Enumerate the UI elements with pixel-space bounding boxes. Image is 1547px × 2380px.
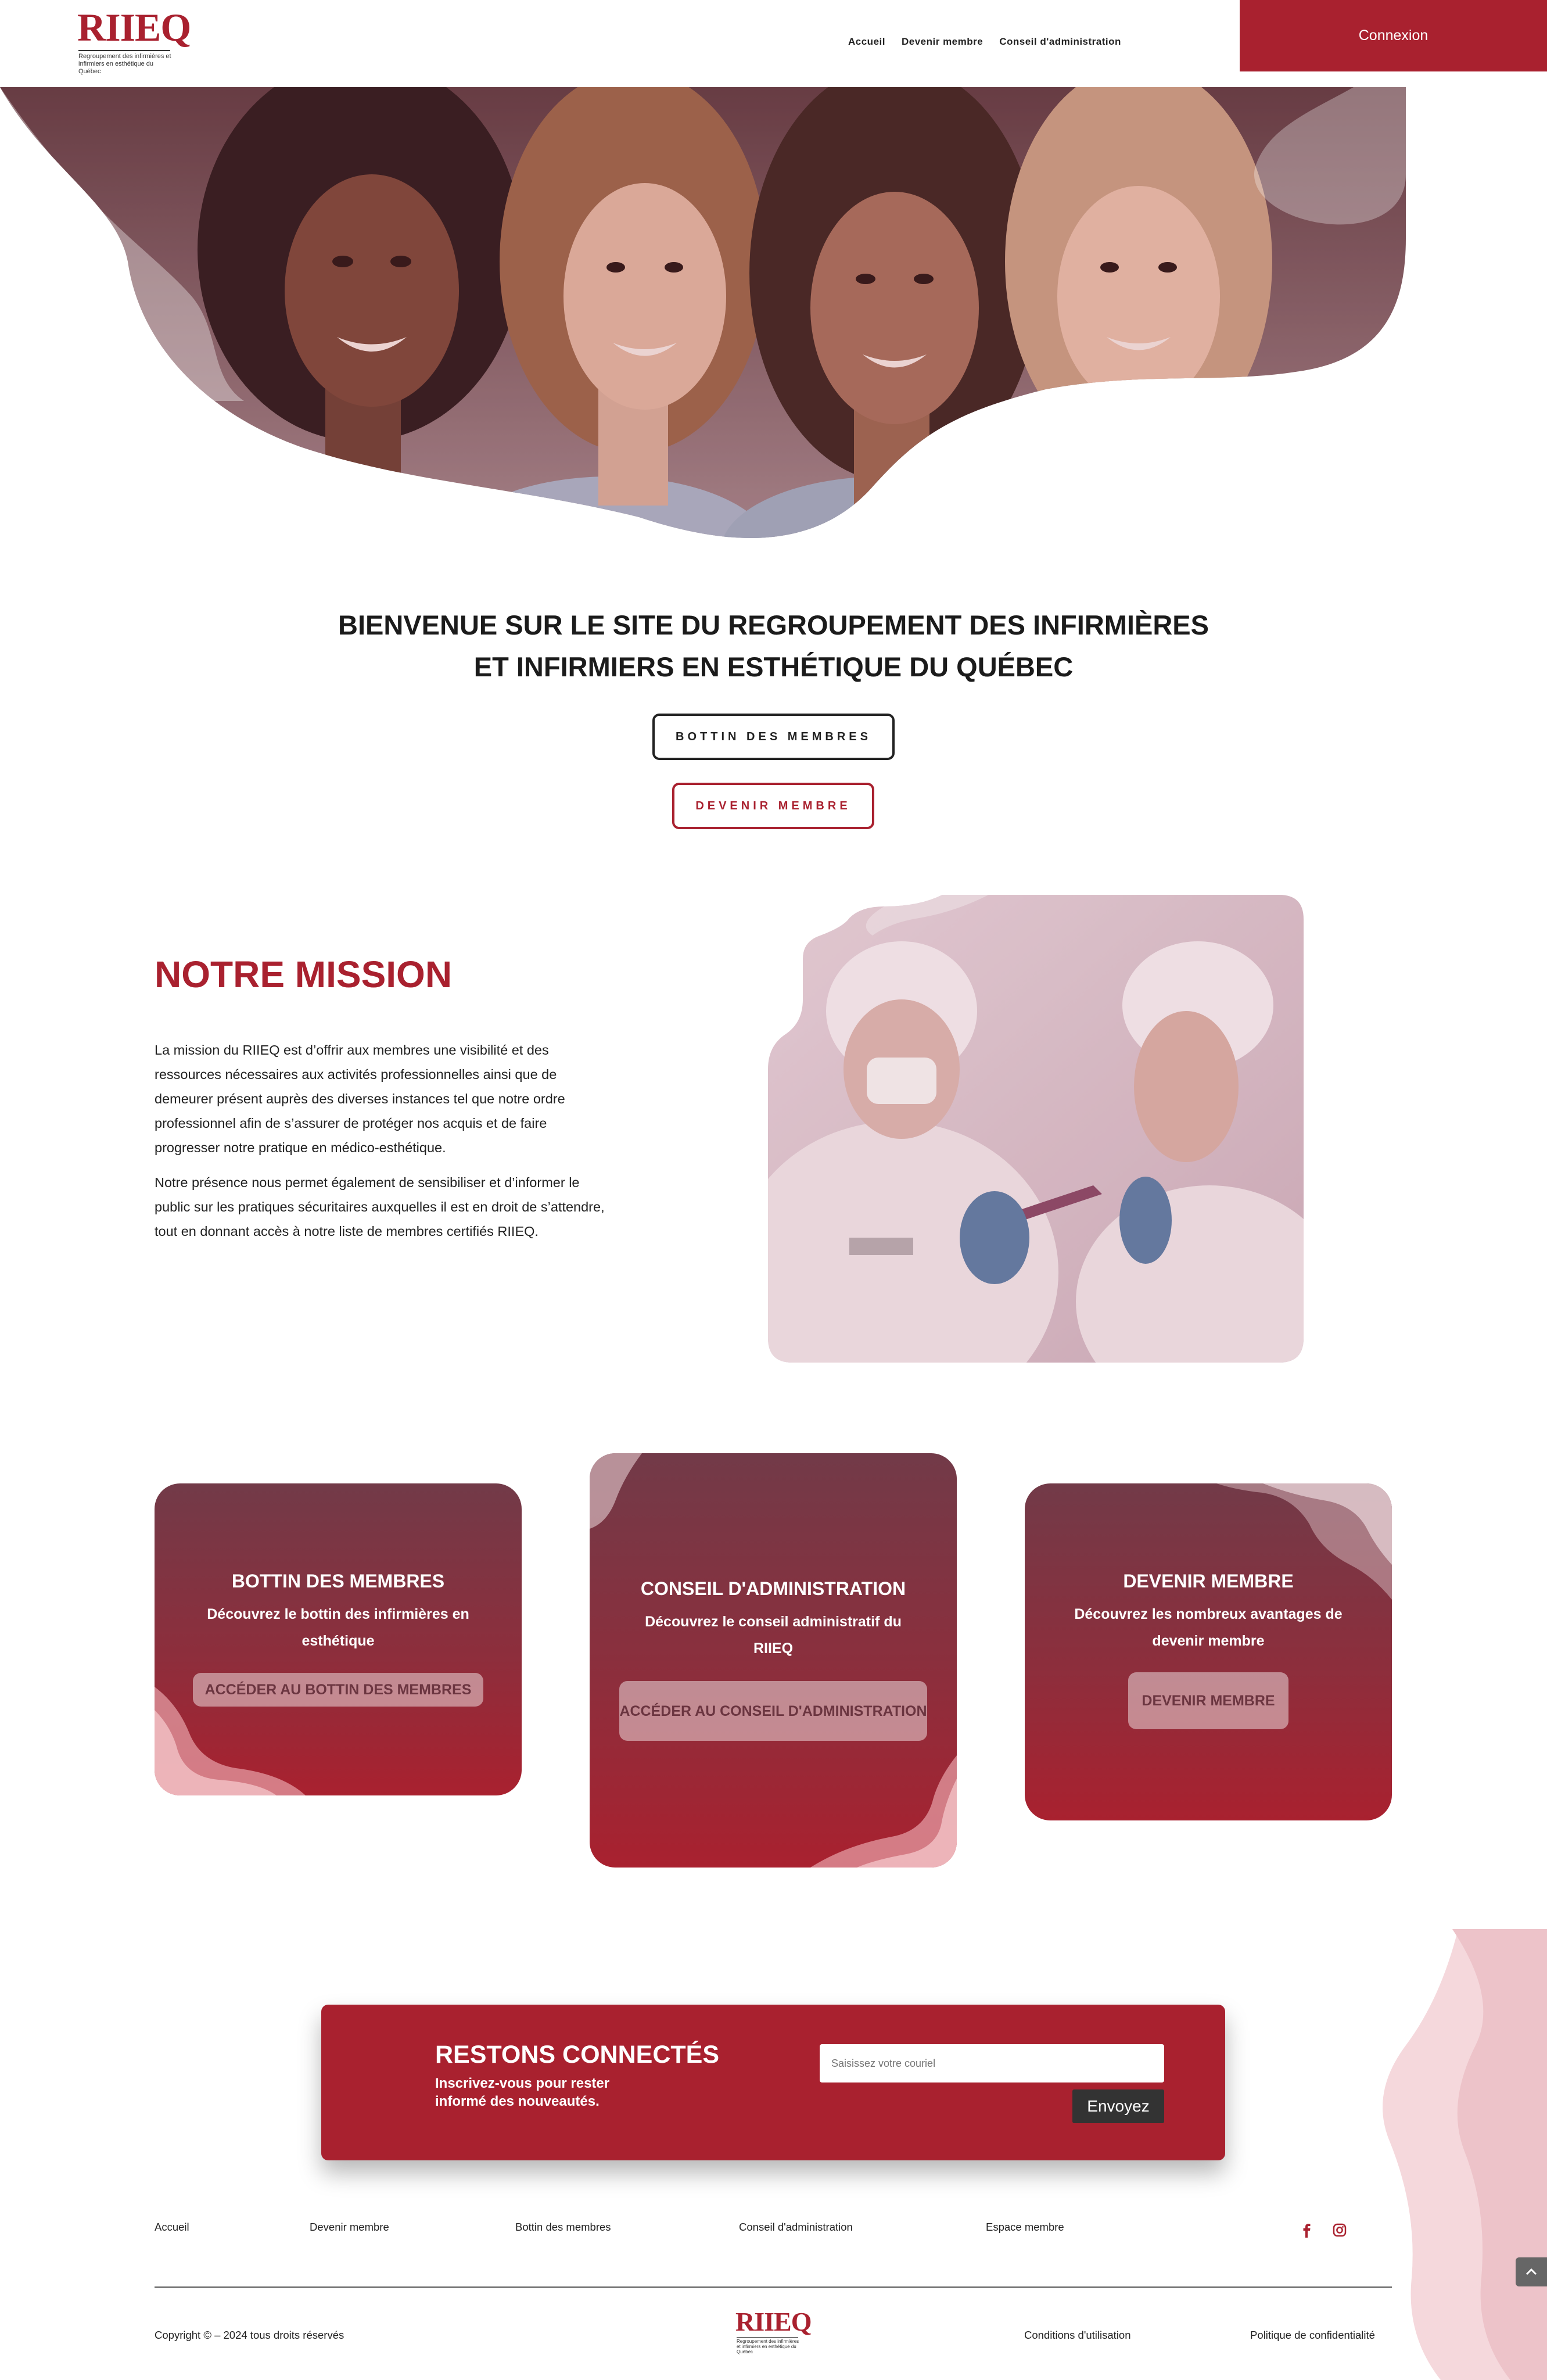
privacy-link[interactable]: Politique de confidentialité [1250,2329,1375,2342]
welcome-heading-line2: ET INFIRMIERS EN ESTHÉTIQUE DU QUÉBEC [473,651,1074,682]
background-decoration [1383,1929,1547,2380]
logo-divider [78,50,170,51]
access-bottin-button[interactable]: ACCÉDER AU BOTTIN DES MEMBRES [193,1673,483,1707]
footer-link-espace-membre[interactable]: Espace membre [986,2221,1064,2234]
site-header: RIIEQ Regroupement des infirmières et in… [0,0,1547,87]
mission-paragraph-2: Notre présence nous permet également de … [155,1175,605,1239]
email-input[interactable] [820,2044,1164,2082]
riieq-logo[interactable]: RIIEQ Regroupement des infirmières et in… [77,5,191,83]
footer-link-devenir-membre[interactable]: Devenir membre [310,2221,389,2234]
card-title: CONSEIL D'ADMINISTRATION [640,1578,906,1599]
send-button[interactable]: Envoyez [1072,2089,1164,2123]
logo-subtitle: Regroupement des infirmières et infirmie… [737,2339,799,2354]
card-description: Découvrez le conseil administratif du RI… [645,1614,902,1657]
logo-text: RIIEQ [77,5,191,49]
mission-paragraph-1: La mission du RIIEQ est d’offrir aux mem… [155,1042,565,1155]
footer-divider [155,2286,1392,2288]
newsletter-title: RESTONS CONNECTÉS [435,2041,719,2069]
mission-title: NOTRE MISSION [155,954,453,995]
access-conseil-button[interactable]: ACCÉDER AU CONSEIL D'ADMINISTRATION [619,1681,927,1741]
logo-divider [737,2337,798,2338]
instagram-icon[interactable] [1331,2221,1348,2239]
nav-devenir-membre[interactable]: Devenir membre [902,36,983,48]
newsletter-section: RESTONS CONNECTÉS Inscrivez-vous pour re… [321,2005,1225,2160]
card-title: BOTTIN DES MEMBRES [231,1571,445,1592]
card-description: Découvrez les nombreux avantages de deve… [1074,1606,1343,1649]
main-nav: Accueil Devenir membre Conseil d'adminis… [848,36,1121,48]
bottin-card: BOTTIN DES MEMBRES Découvrez le bottin d… [155,1483,522,1795]
footer-logo[interactable]: RIIEQ Regroupement des infirmières et in… [735,2307,817,2355]
devenir-membre-button[interactable]: DEVENIR MEMBRE [672,783,874,829]
facebook-icon[interactable] [1298,2221,1315,2239]
card-devenir-membre-button[interactable]: DEVENIR MEMBRE [1128,1672,1288,1729]
chevron-up-icon [1526,2268,1537,2275]
footer-link-bottin[interactable]: Bottin des membres [515,2221,611,2234]
devenir-membre-card: DEVENIR MEMBRE Découvrez les nombreux av… [1025,1483,1392,1820]
nav-conseil-administration[interactable]: Conseil d'administration [999,36,1121,48]
mission-text: La mission du RIIEQ est d’offrir aux mem… [155,1038,613,1254]
welcome-heading: BIENVENUE SUR LE SITE DU REGROUPEMENT DE… [0,604,1547,688]
scroll-to-top-button[interactable] [1516,2257,1547,2286]
conseil-card: CONSEIL D'ADMINISTRATION Découvrez le co… [590,1453,957,1868]
mission-image [768,895,1304,1363]
logo-text: RIIEQ [735,2307,812,2336]
bottin-membres-button[interactable]: BOTTIN DES MEMBRES [652,714,895,760]
hero-image [0,87,1406,538]
newsletter-description: Inscrivez-vous pour rester informé des n… [435,2076,610,2109]
logo-subtitle: Regroupement des infirmières et infirmie… [78,53,171,75]
welcome-heading-line1: BIENVENUE SUR LE SITE DU REGROUPEMENT DE… [338,610,1209,640]
footer-link-accueil[interactable]: Accueil [155,2221,189,2234]
login-button[interactable]: Connexion [1240,0,1547,71]
copyright-text: Copyright © – 2024 tous droits réservés [155,2329,344,2341]
card-title: DEVENIR MEMBRE [1123,1571,1294,1592]
footer-link-conseil[interactable]: Conseil d'administration [739,2221,853,2234]
nav-accueil[interactable]: Accueil [848,36,885,48]
card-description: Découvrez le bottin des infirmières en e… [207,1606,469,1649]
terms-link[interactable]: Conditions d'utilisation [1024,2329,1131,2342]
